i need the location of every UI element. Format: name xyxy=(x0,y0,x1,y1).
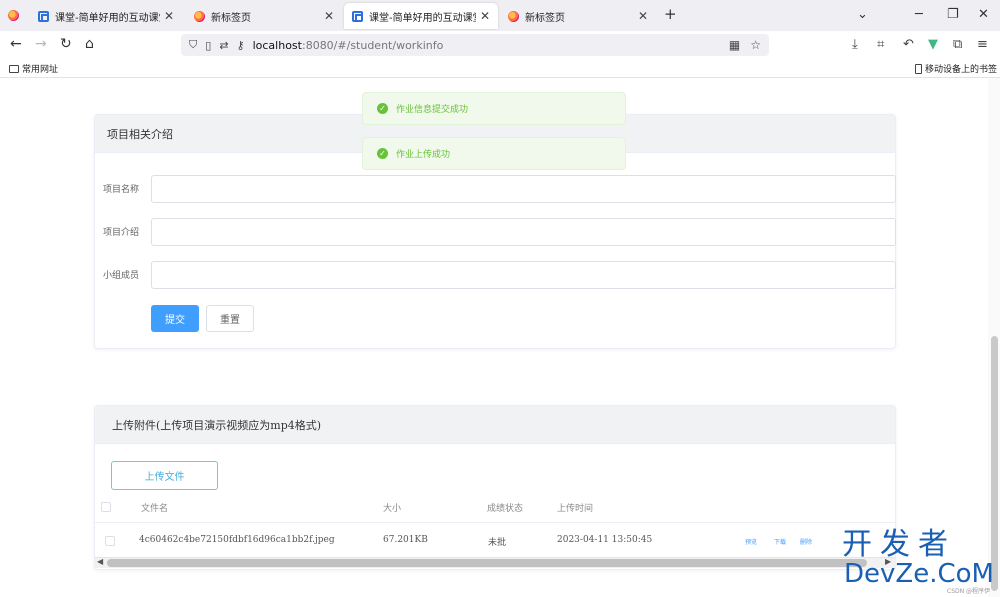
firefox-view-icon[interactable] xyxy=(8,10,19,21)
project-name-label: 项目名称 xyxy=(103,185,140,195)
page-viewport: 项目相关介绍 项目名称 项目介绍 小组成员 提交 重置 上传附件(上传项目演示视… xyxy=(0,78,1000,597)
form-row-project-intro: 项目介绍 xyxy=(95,218,896,246)
extensions-icon[interactable]: ⧉ xyxy=(953,37,962,52)
tab-1[interactable]: 课堂-简单好用的互动课堂管理工 ✕ xyxy=(30,3,182,29)
vertical-scroll-thumb[interactable] xyxy=(991,336,998,591)
upload-attachment-card: 上传附件(上传项目演示视频应为mp4格式) 上传文件 文件名 大小 成绩状态 上… xyxy=(94,405,896,570)
team-members-label: 小组成员 xyxy=(103,271,140,281)
permissions-icon[interactable]: ⇄ xyxy=(219,39,228,52)
firefox-icon xyxy=(508,10,519,22)
shield-icon[interactable]: ⛉ xyxy=(189,38,197,52)
bookmark-common-sites-label: 常用网址 xyxy=(22,65,59,75)
column-header-status: 成绩状态 xyxy=(487,504,524,514)
upload-file-button[interactable]: 上传文件 xyxy=(111,461,218,490)
screenshot-icon[interactable]: ⌗ xyxy=(877,37,884,52)
horizontal-scroll-thumb[interactable] xyxy=(107,559,867,567)
download-link[interactable]: 下载 xyxy=(774,537,786,546)
bookmark-common-sites[interactable]: 常用网址 xyxy=(9,62,58,75)
tab-1-label: 课堂-简单好用的互动课堂管理工 xyxy=(55,12,160,24)
close-icon[interactable]: ✕ xyxy=(164,9,174,23)
select-all-checkbox[interactable] xyxy=(101,502,111,512)
watermark-line1: 开发者 xyxy=(842,527,956,562)
tab-4[interactable]: 新标签页 ✕ xyxy=(500,3,656,29)
watermark-line2: DevZe.CoM xyxy=(844,559,994,589)
form-row-project-name: 项目名称 xyxy=(95,175,896,203)
tab-2[interactable]: 新标签页 ✕ xyxy=(186,3,342,29)
tab-2-label: 新标签页 xyxy=(211,12,251,24)
toast-upload-text: 作业上传成功 xyxy=(396,150,451,160)
list-all-tabs-icon[interactable]: ⌄ xyxy=(857,7,868,22)
submit-button[interactable]: 提交 xyxy=(151,305,199,332)
url-host: localhost xyxy=(252,38,302,52)
navigation-bar: ← → ↻ ⌂ ⛉ ▯ ⇄ ⚷ localhost :8080/#/studen… xyxy=(0,31,1000,59)
key-icon[interactable]: ⚷ xyxy=(237,39,245,52)
bookmark-mobile-label: 移动设备上的书签 xyxy=(925,65,998,75)
toast-submit-text: 作业信息提交成功 xyxy=(396,105,469,115)
project-intro-label: 项目介绍 xyxy=(103,228,140,238)
bookmarks-bar: 常用网址 移动设备上的书签 xyxy=(0,59,1000,78)
mobile-device-icon xyxy=(915,63,922,74)
page-icon[interactable]: ▯ xyxy=(205,39,211,52)
table-header-divider xyxy=(95,522,895,523)
delete-link[interactable]: 删除 xyxy=(800,537,812,546)
close-icon[interactable]: ✕ xyxy=(480,9,490,23)
close-icon[interactable]: ✕ xyxy=(638,9,648,23)
url-path: :8080/#/student/workinfo xyxy=(301,38,444,52)
scroll-left-icon[interactable]: ◀ xyxy=(97,557,103,566)
success-check-icon: ✓ xyxy=(377,103,388,114)
bookmark-mobile[interactable]: 移动设备上的书签 xyxy=(915,62,997,75)
tab-3-label: 课堂-简单好用的互动课堂管理工 xyxy=(369,12,476,24)
firefox-icon xyxy=(194,10,205,22)
form-row-team-members: 小组成员 xyxy=(95,261,896,289)
tab-4-label: 新标签页 xyxy=(525,12,565,24)
team-members-input[interactable] xyxy=(151,261,896,289)
column-header-size: 大小 xyxy=(383,504,402,514)
watermark-small-text: CSDN @程序伊 xyxy=(947,588,991,595)
back-icon[interactable]: ← xyxy=(10,36,22,52)
forward-icon[interactable]: → xyxy=(35,36,47,52)
menu-icon[interactable]: ≡ xyxy=(977,37,988,52)
column-header-upload-time: 上传时间 xyxy=(557,504,594,514)
home-icon[interactable]: ⌂ xyxy=(85,36,94,52)
success-toast-upload: ✓ 作业上传成功 xyxy=(362,137,626,170)
row-checkbox[interactable] xyxy=(105,536,115,546)
reset-button[interactable]: 重置 xyxy=(206,305,254,332)
table-horizontal-scrollbar[interactable]: ◀ ▶ xyxy=(95,557,895,568)
watermark-logo: 开发者 DevZe.CoM CSDN @程序伊 xyxy=(842,527,994,596)
column-header-filename: 文件名 xyxy=(141,504,169,514)
page-vertical-scrollbar[interactable] xyxy=(988,78,1000,597)
classroom-icon xyxy=(38,10,49,22)
restore-icon[interactable]: ❐ xyxy=(947,7,959,22)
vue-devtools-icon[interactable]: ▼ xyxy=(928,37,938,52)
minimize-icon[interactable]: ─ xyxy=(915,7,923,22)
downloads-icon[interactable]: ⤓ xyxy=(852,37,858,52)
table-cell-upload-time: 2023-04-11 13:50:45 xyxy=(557,535,653,545)
classroom-icon xyxy=(352,10,363,22)
new-tab-button[interactable]: + xyxy=(664,5,677,23)
tab-bar: 课堂-简单好用的互动课堂管理工 ✕ 新标签页 ✕ 课堂-简单好用的互动课堂管理工… xyxy=(0,0,1000,31)
table-cell-status: 未批 xyxy=(488,538,507,548)
success-check-icon: ✓ xyxy=(377,148,388,159)
table-cell-size: 67.201KB xyxy=(383,535,428,545)
bookmark-star-icon[interactable]: ☆ xyxy=(750,38,761,52)
project-name-input[interactable] xyxy=(151,175,896,203)
table-cell-filename: 4c60462c4be72150fdbf16d96ca1bb2f.jpeg xyxy=(139,535,335,545)
qr-code-icon[interactable]: ▦ xyxy=(729,38,740,52)
project-intro-input[interactable] xyxy=(151,218,896,246)
address-bar[interactable]: ⛉ ▯ ⇄ ⚷ localhost :8080/#/student/workin… xyxy=(181,34,769,56)
tab-3-active[interactable]: 课堂-简单好用的互动课堂管理工 ✕ xyxy=(344,3,498,29)
folder-icon xyxy=(9,64,19,73)
upload-card-title: 上传附件(上传项目演示视频应为mp4格式) xyxy=(95,406,895,444)
close-icon[interactable]: ✕ xyxy=(324,9,334,23)
window-close-icon[interactable]: ✕ xyxy=(978,7,989,22)
undo-icon[interactable]: ↶ xyxy=(903,37,914,52)
preview-link[interactable]: 预览 xyxy=(745,537,757,546)
reload-icon[interactable]: ↻ xyxy=(60,36,72,52)
success-toast-submit: ✓ 作业信息提交成功 xyxy=(362,92,626,125)
